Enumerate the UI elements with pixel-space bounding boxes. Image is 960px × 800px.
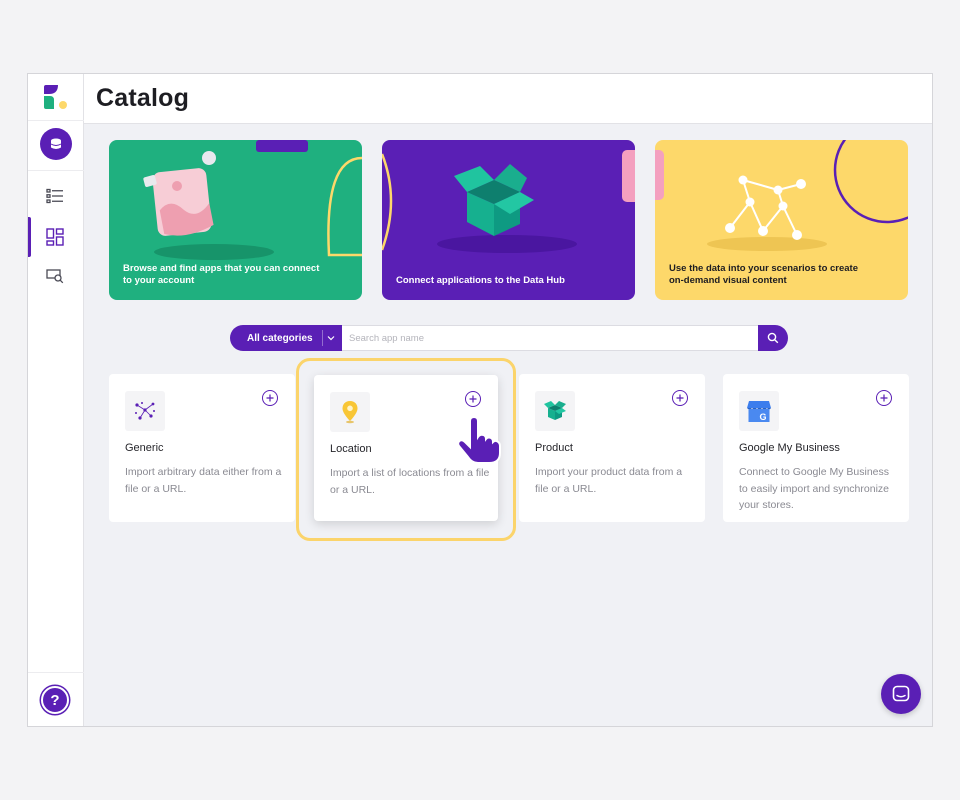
- card-description: Import your product data from a file or …: [535, 466, 683, 495]
- card-title: Location: [330, 443, 372, 455]
- banner-visual-content[interactable]: Use the data into your scenarios to crea…: [655, 140, 908, 300]
- banner-text: Browse and find apps that you can connec…: [123, 263, 320, 286]
- map-pin-icon: [342, 401, 358, 424]
- card-title: Product: [535, 442, 573, 454]
- category-select[interactable]: All categories: [230, 325, 342, 351]
- sidebar-item-catalog[interactable]: [44, 226, 66, 248]
- chat-icon: [892, 685, 910, 702]
- search-preview-icon: [46, 269, 64, 284]
- catalog-icon: [46, 228, 64, 246]
- page-title: Catalog: [96, 84, 190, 112]
- card-description: Import arbitrary data either from a file…: [125, 466, 282, 495]
- app-logo[interactable]: [42, 84, 68, 110]
- chat-button[interactable]: [881, 674, 921, 714]
- banner-connect-apps[interactable]: Connect applications to the Data Hub: [382, 140, 635, 300]
- sidebar-active-indicator: [28, 217, 31, 257]
- category-select-label: All categories: [247, 332, 313, 344]
- plus-icon: [880, 394, 888, 402]
- card-title: Google My Business: [739, 442, 840, 454]
- catalog-card-product[interactable]: Product Import your product data from a …: [519, 374, 705, 522]
- card-description: Connect to Google My Business to easily …: [739, 466, 889, 511]
- list-icon: [46, 188, 63, 204]
- add-app-button[interactable]: [262, 390, 278, 406]
- search-button[interactable]: [758, 325, 788, 351]
- card-icon-container: [330, 392, 370, 432]
- search-bar: All categories: [230, 325, 788, 351]
- sidebar-divider: [28, 170, 84, 171]
- sidebar-item-database[interactable]: [40, 128, 72, 160]
- card-title: Generic: [125, 442, 164, 454]
- category-select-divider: [322, 330, 323, 346]
- help-button[interactable]: ?: [41, 686, 69, 714]
- chevron-down-icon: [327, 336, 335, 341]
- card-description: Import a list of locations from a file o…: [330, 467, 490, 496]
- search-input[interactable]: [342, 325, 760, 351]
- banner-text: Connect applications to the Data Hub: [396, 275, 565, 286]
- sidebar: ?: [28, 74, 84, 726]
- google-my-business-icon: G: [747, 401, 771, 422]
- app-window: ? Catalog Browse and find apps that you …: [27, 73, 933, 727]
- card-icon-container: G: [739, 391, 779, 431]
- scatter-dots-icon: [135, 402, 155, 420]
- sidebar-item-list[interactable]: [44, 185, 66, 207]
- catalog-card-generic[interactable]: Generic Import arbitrary data either fro…: [109, 374, 295, 522]
- banner-text: Use the data into your scenarios to crea…: [669, 263, 859, 286]
- sidebar-item-search-preview[interactable]: [44, 265, 66, 287]
- sidebar-divider: [28, 120, 84, 121]
- card-icon-container: [125, 391, 165, 431]
- card-icon-container: [535, 391, 575, 431]
- catalog-card-google-my-business[interactable]: G Google My Business Connect to Google M…: [723, 374, 909, 522]
- add-app-button[interactable]: [876, 390, 892, 406]
- add-app-button[interactable]: [672, 390, 688, 406]
- plus-icon: [469, 395, 477, 403]
- add-app-button[interactable]: [465, 391, 481, 407]
- help-icon: ?: [50, 691, 60, 709]
- plus-icon: [266, 394, 274, 402]
- svg-text:G: G: [759, 412, 766, 422]
- pointing-hand-icon: [457, 415, 501, 464]
- plus-icon: [676, 394, 684, 402]
- database-icon: [50, 138, 62, 149]
- sidebar-divider: [28, 672, 84, 673]
- box-icon: [544, 401, 566, 420]
- top-header: Catalog: [84, 74, 932, 124]
- banner-browse-apps[interactable]: Browse and find apps that you can connec…: [109, 140, 362, 300]
- search-icon: [767, 332, 779, 344]
